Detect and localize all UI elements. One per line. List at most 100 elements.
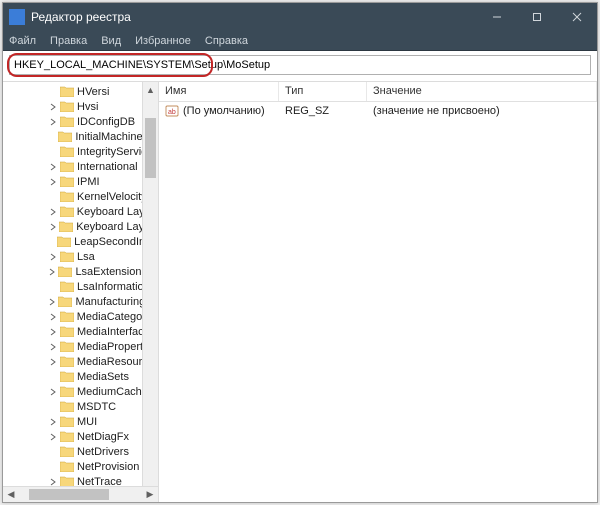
tree-item[interactable]: International (3, 159, 158, 174)
tree-item-label: MSDTC (77, 401, 116, 413)
chevron-right-icon[interactable] (48, 207, 58, 217)
tree-item[interactable]: MediaProperties (3, 339, 158, 354)
col-type[interactable]: Тип (279, 82, 367, 101)
chevron-right-icon[interactable] (48, 267, 56, 277)
folder-icon (60, 281, 74, 292)
scroll-right-icon[interactable]: ▶ (142, 487, 158, 502)
tree-item[interactable]: MSDTC (3, 399, 158, 414)
tree-item[interactable]: Lsa (3, 249, 158, 264)
close-button[interactable] (557, 3, 597, 31)
chevron-right-icon[interactable] (48, 417, 58, 427)
folder-icon (57, 236, 71, 247)
tree-item[interactable]: IPMI (3, 174, 158, 189)
tree-item[interactable]: Hvsi (3, 99, 158, 114)
chevron-right-icon[interactable] (48, 357, 58, 367)
list-row[interactable]: ab(По умолчанию)REG_SZ(значение не присв… (159, 102, 597, 119)
folder-icon (58, 266, 72, 277)
tree-item[interactable]: MediaInterfaces (3, 324, 158, 339)
tree-item[interactable]: MediumCache (3, 384, 158, 399)
titlebar[interactable]: Редактор реестра (3, 3, 597, 31)
menu-view[interactable]: Вид (101, 35, 121, 47)
tree-item-label: NetDrivers (77, 446, 129, 458)
chevron-right-icon[interactable] (48, 477, 58, 487)
folder-icon (60, 386, 74, 397)
scroll-track[interactable] (19, 487, 142, 502)
tree-item[interactable]: LsaExtensionConfig (3, 264, 158, 279)
chevron-right-icon[interactable] (48, 177, 58, 187)
folder-icon (60, 191, 74, 202)
tree-scrollbar-vertical[interactable]: ▲ ▼ (142, 82, 158, 502)
scroll-up-icon[interactable]: ▲ (143, 82, 158, 98)
registry-editor-window: Редактор реестра Файл Правка Вид Избранн… (2, 2, 598, 503)
scroll-left-icon[interactable]: ◀ (3, 487, 19, 502)
folder-icon (60, 446, 74, 457)
chevron-right-icon[interactable] (48, 252, 58, 262)
folder-icon (60, 431, 74, 442)
tree-item[interactable]: MUI (3, 414, 158, 429)
chevron-right-icon[interactable] (48, 327, 58, 337)
tree-item[interactable]: HVersi (3, 84, 158, 99)
tree-item[interactable]: NetProvision (3, 459, 158, 474)
scroll-thumb[interactable] (29, 489, 109, 500)
tree-item-label: LsaInformation (77, 281, 150, 293)
folder-icon (60, 86, 74, 97)
col-name[interactable]: Имя (159, 82, 279, 101)
folder-icon (58, 131, 72, 142)
spacer (48, 282, 58, 292)
address-input[interactable] (9, 55, 591, 75)
window-title: Редактор реестра (31, 10, 477, 24)
tree-item[interactable]: MediaCategories (3, 309, 158, 324)
menubar: Файл Правка Вид Избранное Справка (3, 31, 597, 51)
scroll-track[interactable] (143, 98, 158, 486)
tree-item[interactable]: MediaResources (3, 354, 158, 369)
spacer (48, 447, 58, 457)
chevron-right-icon[interactable] (48, 432, 58, 442)
tree-item-label: KernelVelocity (77, 191, 147, 203)
chevron-right-icon[interactable] (48, 297, 56, 307)
tree-item[interactable]: KernelVelocity (3, 189, 158, 204)
minimize-button[interactable] (477, 3, 517, 31)
list-header[interactable]: Имя Тип Значение (159, 82, 597, 102)
folder-icon (60, 176, 74, 187)
tree-item[interactable]: Keyboard Layouts (3, 219, 158, 234)
tree-item[interactable]: NetDiagFx (3, 429, 158, 444)
folder-icon (59, 221, 73, 232)
tree-item[interactable]: ManufacturingMode (3, 294, 158, 309)
col-value[interactable]: Значение (367, 82, 597, 101)
menu-favorites[interactable]: Избранное (135, 35, 191, 47)
chevron-right-icon[interactable] (48, 102, 58, 112)
chevron-right-icon[interactable] (48, 387, 58, 397)
menu-edit[interactable]: Правка (50, 35, 87, 47)
tree-item-label: International (77, 161, 138, 173)
tree-item[interactable]: NetDrivers (3, 444, 158, 459)
app-icon (9, 9, 25, 25)
tree-item[interactable]: LsaInformation (3, 279, 158, 294)
values-pane[interactable]: Имя Тип Значение ab(По умолчанию)REG_SZ(… (159, 82, 597, 502)
spacer (48, 402, 58, 412)
maximize-button[interactable] (517, 3, 557, 31)
tree-item[interactable]: MediaSets (3, 369, 158, 384)
tree-item-label: IDConfigDB (77, 116, 135, 128)
tree-item[interactable]: IntegrityServices (3, 144, 158, 159)
tree-item[interactable]: InitialMachineConfig (3, 129, 158, 144)
tree-item[interactable]: Keyboard Layout (3, 204, 158, 219)
chevron-right-icon[interactable] (48, 222, 57, 232)
folder-icon (60, 146, 74, 157)
tree-item-label: MediumCache (77, 386, 148, 398)
chevron-right-icon[interactable] (48, 342, 58, 352)
folder-icon (60, 206, 74, 217)
folder-icon (60, 161, 74, 172)
tree-item[interactable]: LeapSecondInformation (3, 234, 158, 249)
menu-file[interactable]: Файл (9, 35, 36, 47)
tree-pane[interactable]: HVersiHvsi IDConfigDBInitialMachineConfig… (3, 82, 159, 502)
folder-icon (60, 371, 74, 382)
tree-item[interactable]: IDConfigDB (3, 114, 158, 129)
chevron-right-icon[interactable] (48, 117, 58, 127)
svg-text:ab: ab (168, 109, 176, 116)
chevron-right-icon[interactable] (48, 162, 58, 172)
tree-item-label: HVersi (77, 86, 109, 98)
chevron-right-icon[interactable] (48, 312, 58, 322)
menu-help[interactable]: Справка (205, 35, 248, 47)
scroll-thumb[interactable] (145, 118, 156, 178)
tree-scrollbar-horizontal[interactable]: ◀ ▶ (3, 486, 158, 502)
